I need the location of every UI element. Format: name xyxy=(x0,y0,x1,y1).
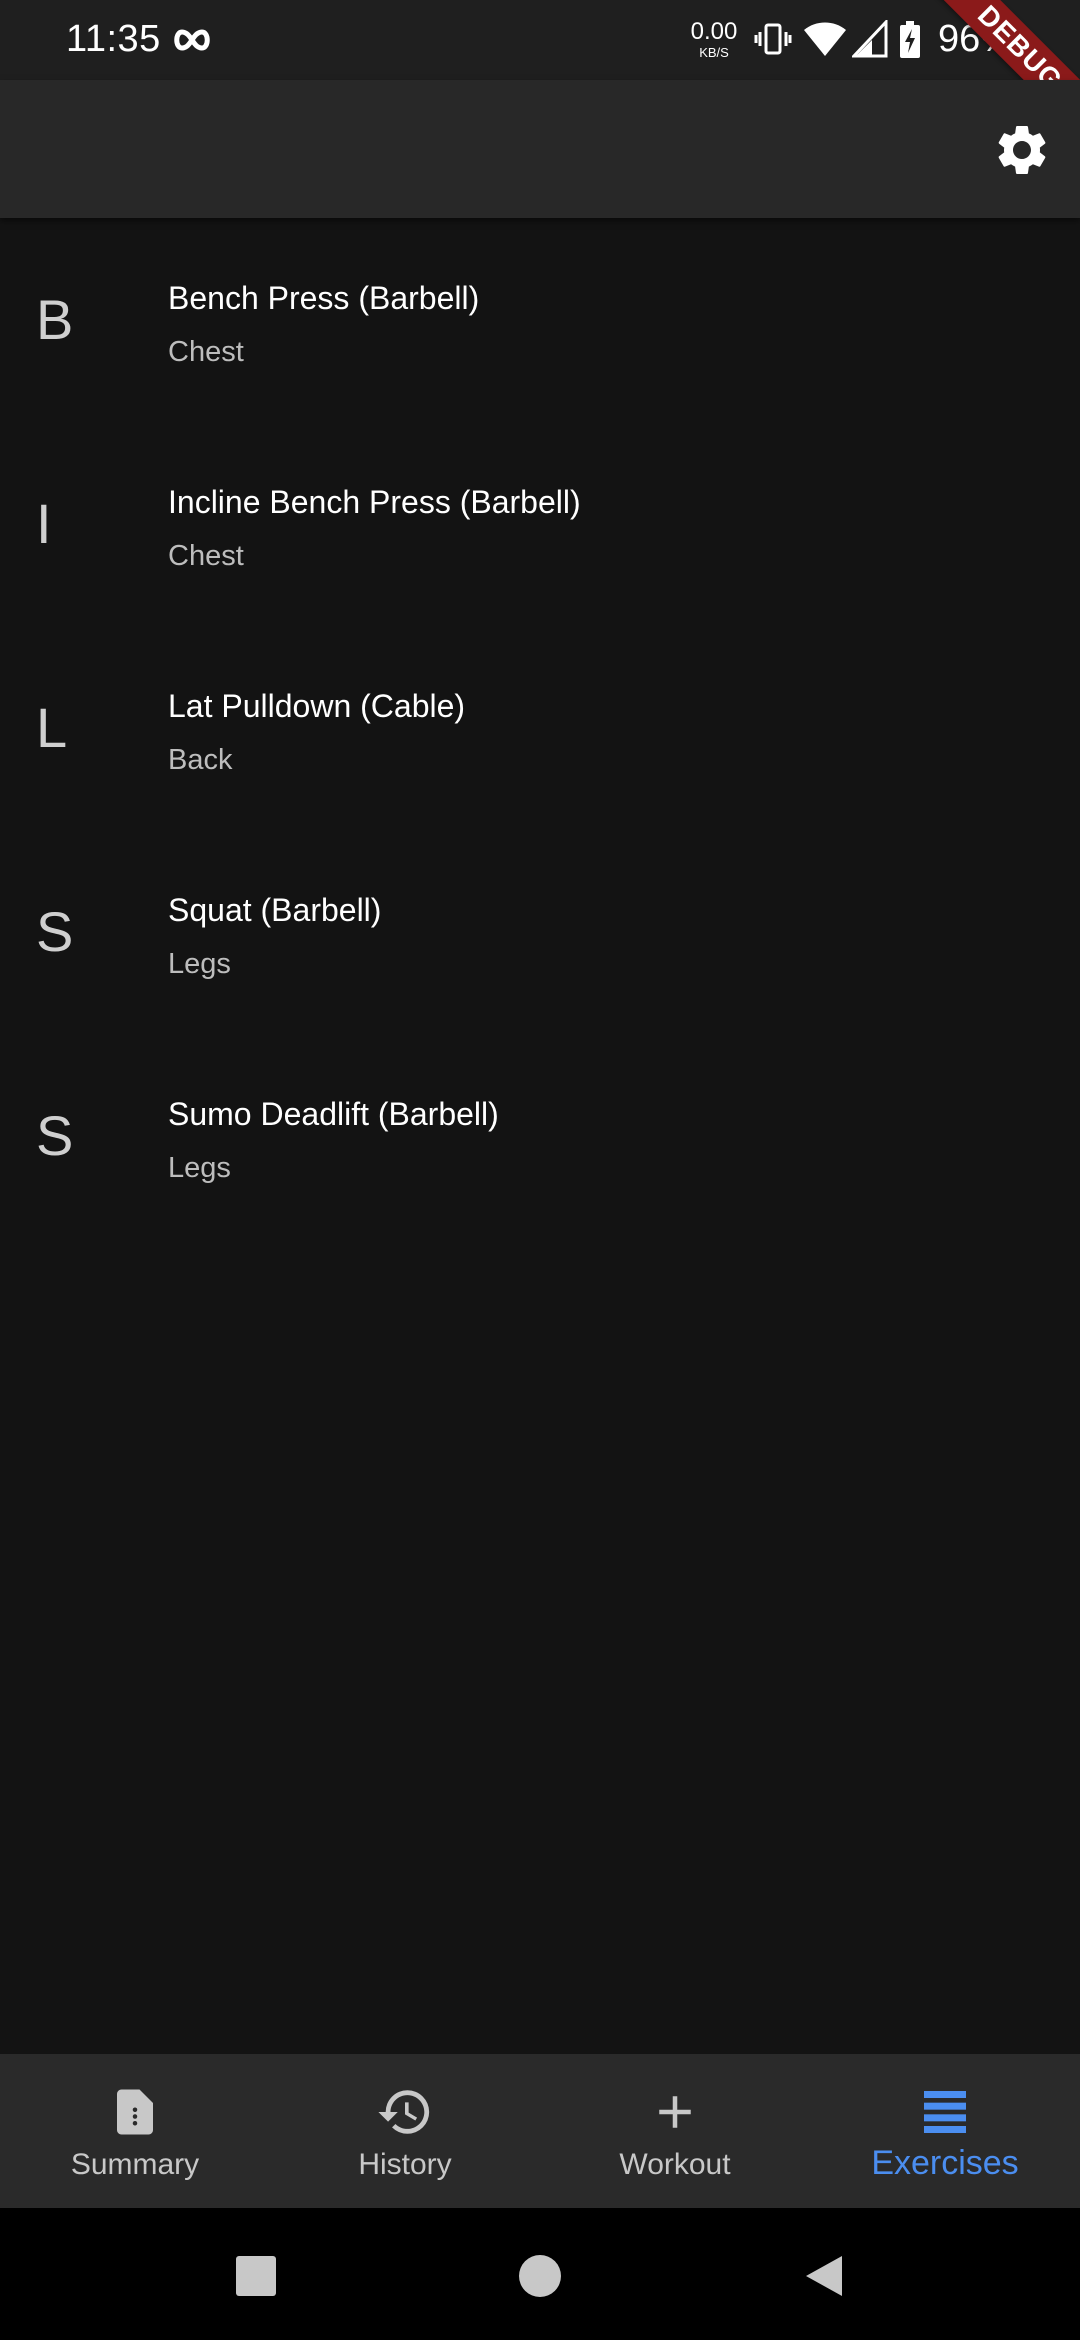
exercise-initial: I xyxy=(36,492,52,555)
exercise-initial: L xyxy=(36,696,68,759)
list-item[interactable]: I Incline Bench Press (Barbell) Chest xyxy=(0,422,1080,626)
wifi-icon xyxy=(804,22,846,56)
gear-icon xyxy=(998,125,1046,174)
screen: 11:35 0.00 KB/S 96% DEBUG B Bench Press … xyxy=(0,0,1080,2340)
exercise-category: Legs xyxy=(168,1152,231,1184)
list-item[interactable]: S Squat (Barbell) Legs xyxy=(0,830,1080,1034)
exercise-category: Legs xyxy=(168,948,231,980)
exercise-initial: S xyxy=(36,1104,74,1167)
home-icon[interactable] xyxy=(516,2252,564,2300)
exercise-initial: S xyxy=(36,900,74,963)
exercise-name: Bench Press (Barbell) xyxy=(168,280,480,316)
nav-label: Exercises xyxy=(871,2144,1019,2182)
app-bar xyxy=(0,80,1080,218)
recents-icon[interactable] xyxy=(232,2252,280,2300)
document-icon xyxy=(105,2082,165,2142)
exercise-category: Chest xyxy=(168,336,244,368)
nav-item-exercises[interactable]: Exercises xyxy=(810,2054,1080,2208)
back-icon[interactable] xyxy=(800,2252,848,2300)
net-speed-unit: KB/S xyxy=(699,45,729,60)
nav-item-summary[interactable]: Summary xyxy=(0,2054,270,2208)
exercise-name: Squat (Barbell) xyxy=(168,892,382,928)
battery-charging-icon xyxy=(900,21,920,58)
exercise-name: Lat Pulldown (Cable) xyxy=(168,688,466,724)
system-navigation-bar xyxy=(0,2208,1080,2340)
exercise-name: Sumo Deadlift (Barbell) xyxy=(168,1096,499,1132)
list-item[interactable]: L Lat Pulldown (Cable) Back xyxy=(0,626,1080,830)
exercise-name: Incline Bench Press (Barbell) xyxy=(168,484,581,520)
exercise-category: Chest xyxy=(168,540,244,572)
history-icon xyxy=(375,2082,435,2142)
infinity-icon xyxy=(174,29,210,51)
list-icon xyxy=(915,2082,975,2142)
exercise-list: B Bench Press (Barbell) Chest I Incline … xyxy=(0,218,1080,1238)
vibrate-icon xyxy=(754,23,792,55)
bottom-navigation: Summary History Workout Exercises xyxy=(0,2054,1080,2208)
plus-icon xyxy=(645,2082,705,2142)
exercise-initial: B xyxy=(36,288,74,351)
nav-item-history[interactable]: History xyxy=(270,2054,540,2208)
status-bar: 11:35 0.00 KB/S 96% xyxy=(0,0,1080,80)
net-speed-value: 0.00 xyxy=(690,18,738,45)
nav-item-workout[interactable]: Workout xyxy=(540,2054,810,2208)
status-time: 11:35 xyxy=(66,18,161,60)
nav-label: History xyxy=(358,2148,452,2181)
exercise-category: Back xyxy=(168,744,233,776)
list-item[interactable]: S Sumo Deadlift (Barbell) Legs xyxy=(0,1034,1080,1238)
nav-label: Summary xyxy=(70,2148,200,2181)
net-speed: 0.00 KB/S xyxy=(688,18,740,60)
signal-icon xyxy=(852,20,888,58)
nav-label: Workout xyxy=(619,2148,731,2181)
list-item[interactable]: B Bench Press (Barbell) Chest xyxy=(0,218,1080,422)
settings-button[interactable] xyxy=(986,114,1058,186)
